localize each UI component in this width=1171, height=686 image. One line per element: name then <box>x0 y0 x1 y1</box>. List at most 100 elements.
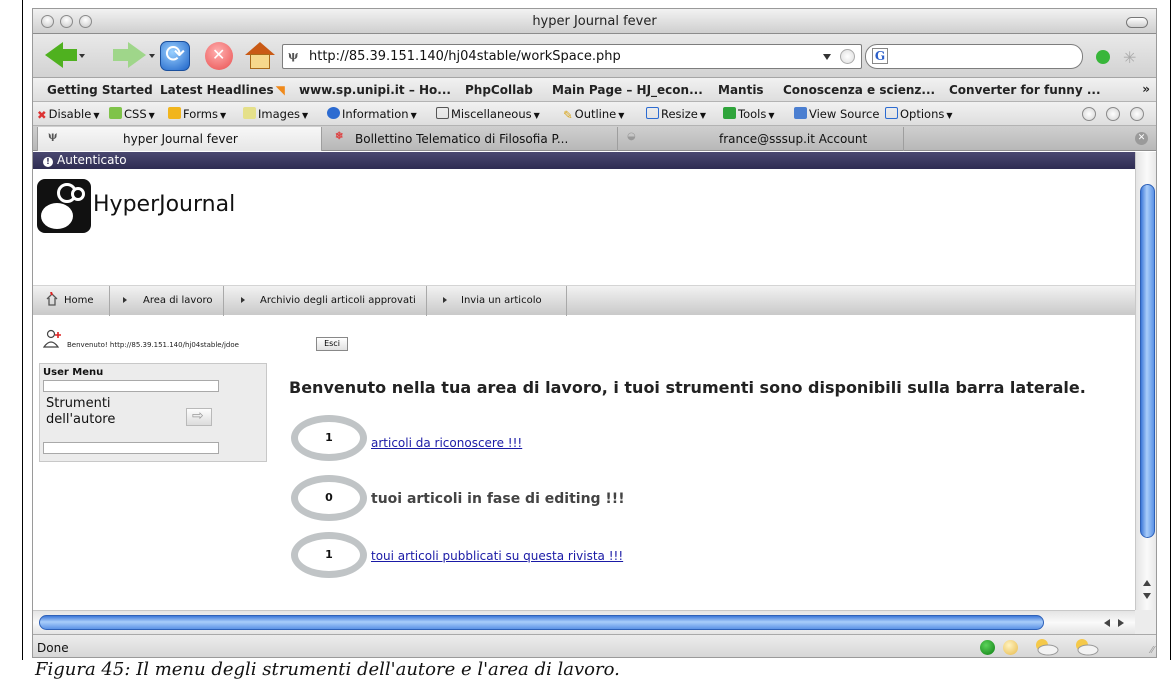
bookmark-item[interactable]: www.sp.unipi.it – Ho... <box>299 83 451 97</box>
user-menu-item-label[interactable]: Strumenti dell'autore <box>46 396 166 428</box>
tab-bar: ψ hyper Journal fever ❄ Bollettino Telem… <box>33 126 1156 151</box>
bookmarks-toolbar: Getting Started Latest Headlines ◥ www.sp… <box>33 78 1156 102</box>
reload-icon[interactable] <box>160 40 190 71</box>
horizontal-scroll-thumb[interactable] <box>39 615 1044 630</box>
toolbar-toggle-button[interactable] <box>1126 17 1148 28</box>
nav-arrow-icon <box>241 297 245 303</box>
scroll-left-arrow-icon[interactable] <box>1104 619 1110 627</box>
nav-archivio[interactable]: Archivio degli articoli approvati <box>260 295 416 306</box>
user-menu: User Menu Strumenti dell'autore <box>39 363 267 462</box>
weather-cloud-icon <box>1033 638 1059 656</box>
rss-icon: ◥ <box>275 83 285 97</box>
site-title[interactable]: HyperJournal <box>93 192 235 217</box>
user-menu-separator <box>43 380 219 392</box>
articoli-in-editing-text: tuoi articoli in fase di editing !!! <box>371 491 625 507</box>
wd-outline-menu[interactable]: ✎ Outline ▼ <box>563 107 624 122</box>
url-field[interactable]: ψ http://85.39.151.140/hj04stable/workSp… <box>282 44 862 69</box>
stop-icon[interactable] <box>205 42 233 70</box>
status-text: Done <box>37 641 69 655</box>
wd-options-menu[interactable]: Options ▼ <box>885 107 953 121</box>
green-status-icon[interactable] <box>980 640 995 655</box>
more-bookmarks-chevron-icon[interactable]: » <box>1142 82 1150 96</box>
horizontal-scrollbar[interactable] <box>33 610 1135 634</box>
search-go-icon[interactable] <box>1096 50 1110 64</box>
scroll-up-arrow-icon[interactable] <box>1143 580 1151 586</box>
bookmark-item[interactable]: Main Page – HJ_econ... <box>552 83 703 97</box>
tab-hyper-journal[interactable]: ψ hyper Journal fever <box>37 127 322 151</box>
bollettino-favicon-icon: ❄ <box>335 131 344 142</box>
url-history-dropdown[interactable] <box>823 54 831 60</box>
disable-icon: ✖ <box>37 108 47 122</box>
scroll-right-arrow-icon[interactable] <box>1118 619 1124 627</box>
bookmark-item[interactable]: Converter for funny ... <box>949 83 1101 97</box>
status-bar: Done ⁄⁄ <box>33 634 1156 657</box>
counter-badge: 0 <box>291 475 367 521</box>
nav-area-di-lavoro[interactable]: Area di lavoro <box>143 295 212 306</box>
figure-caption: Figura 45: Il menu degli strumenti dell'… <box>35 659 620 680</box>
wd-css-menu[interactable]: CSS ▼ <box>109 107 155 121</box>
nav-home[interactable]: Home <box>64 295 94 306</box>
window-title: hyper Journal fever <box>532 14 657 29</box>
nav-arrow-icon <box>123 297 127 303</box>
user-menu-separator <box>43 442 219 454</box>
bookmark-item[interactable]: Mantis <box>718 83 764 97</box>
arrow-right-icon[interactable] <box>186 408 212 426</box>
back-history-dropdown[interactable] <box>79 54 85 58</box>
loading-favicon-icon: ◒ <box>627 131 636 142</box>
vertical-scrollbar[interactable] <box>1135 152 1156 610</box>
home-icon[interactable] <box>46 291 58 306</box>
vertical-scroll-thumb[interactable] <box>1140 184 1155 538</box>
nav-arrow-icon <box>443 297 447 303</box>
hyperjournal-logo-icon[interactable] <box>37 179 91 233</box>
close-tab-icon[interactable]: ✕ <box>1135 132 1148 145</box>
wd-tools-menu[interactable]: Tools ▼ <box>723 107 775 121</box>
wd-images-menu[interactable]: Images ▼ <box>243 107 308 121</box>
options-icon <box>885 107 898 119</box>
images-icon <box>243 107 256 119</box>
go-icon[interactable] <box>840 49 855 64</box>
logout-button[interactable]: Esci <box>316 337 348 351</box>
site-favicon-icon: ψ <box>288 49 299 62</box>
outline-icon: ✎ <box>563 108 573 122</box>
forward-arrow-icon <box>128 42 146 68</box>
bookmark-item[interactable]: Getting Started <box>47 83 153 97</box>
wd-miscellaneous-menu[interactable]: Miscellaneous ▼ <box>436 107 540 121</box>
alert-icon: ! <box>43 157 53 167</box>
web-developer-toolbar: ✖ Disable ▼ CSS ▼ Forms ▼ Images ▼ Informatio… <box>33 102 1156 126</box>
forward-history-dropdown[interactable] <box>149 54 155 58</box>
search-field[interactable]: G <box>865 44 1083 69</box>
counter-badge: 1 <box>291 532 367 578</box>
wd-disable-menu[interactable]: ✖ Disable ▼ <box>37 107 99 122</box>
wd-view-source-button[interactable]: View Source <box>794 107 879 121</box>
main-nav: Home Area di lavoro Archivio degli artic… <box>33 285 1135 316</box>
articoli-da-riconoscere-link[interactable]: articoli da riconoscere !!! <box>371 436 522 450</box>
wd-information-menu[interactable]: Information ▼ <box>327 107 417 121</box>
tools-icon <box>723 107 736 119</box>
site-favicon-icon: ψ <box>48 131 58 142</box>
wd-resize-menu[interactable]: Resize ▼ <box>646 107 706 121</box>
welcome-message: Benvenuto! http://85.39.151.140/hj04stab… <box>67 341 239 349</box>
bookmark-item[interactable]: PhpCollab <box>465 83 533 97</box>
user-menu-title: User Menu <box>43 367 104 378</box>
tab-bollettino[interactable]: ❄ Bollettino Telematico di Filosofia P..… <box>323 127 618 151</box>
title-bar: hyper Journal fever <box>33 9 1156 34</box>
nav-invia-articolo[interactable]: Invia un articolo <box>461 295 542 306</box>
wd-forms-menu[interactable]: Forms ▼ <box>168 107 226 121</box>
navigation-toolbar: ψ http://85.39.151.140/hj04stable/workSp… <box>33 34 1156 78</box>
validation-check-icon[interactable] <box>1082 107 1096 121</box>
resize-grip-icon[interactable]: ⁄⁄ <box>1151 645 1154 656</box>
bookmark-item[interactable]: Latest Headlines ◥ <box>160 83 285 97</box>
play-icon[interactable] <box>1130 107 1144 121</box>
information-status-icon[interactable] <box>1106 107 1120 121</box>
clock-icon[interactable] <box>1003 640 1018 655</box>
search-engine-icon[interactable]: G <box>872 48 888 64</box>
auth-status-bar: ! Autenticato <box>33 152 1135 169</box>
activity-throbber-icon: ✳ <box>1123 48 1137 67</box>
url-text[interactable]: http://85.39.151.140/hj04stable/workSpac… <box>309 49 621 64</box>
scroll-down-arrow-icon[interactable] <box>1143 593 1151 599</box>
home-icon[interactable] <box>245 42 275 70</box>
articoli-pubblicati-link[interactable]: toui articoli pubblicati su questa rivis… <box>371 549 623 563</box>
tab-account[interactable]: ◒ france@sssup.it Account <box>619 127 904 151</box>
bookmark-item[interactable]: Conoscenza e scienz... <box>783 83 935 97</box>
view-source-icon <box>794 107 807 119</box>
